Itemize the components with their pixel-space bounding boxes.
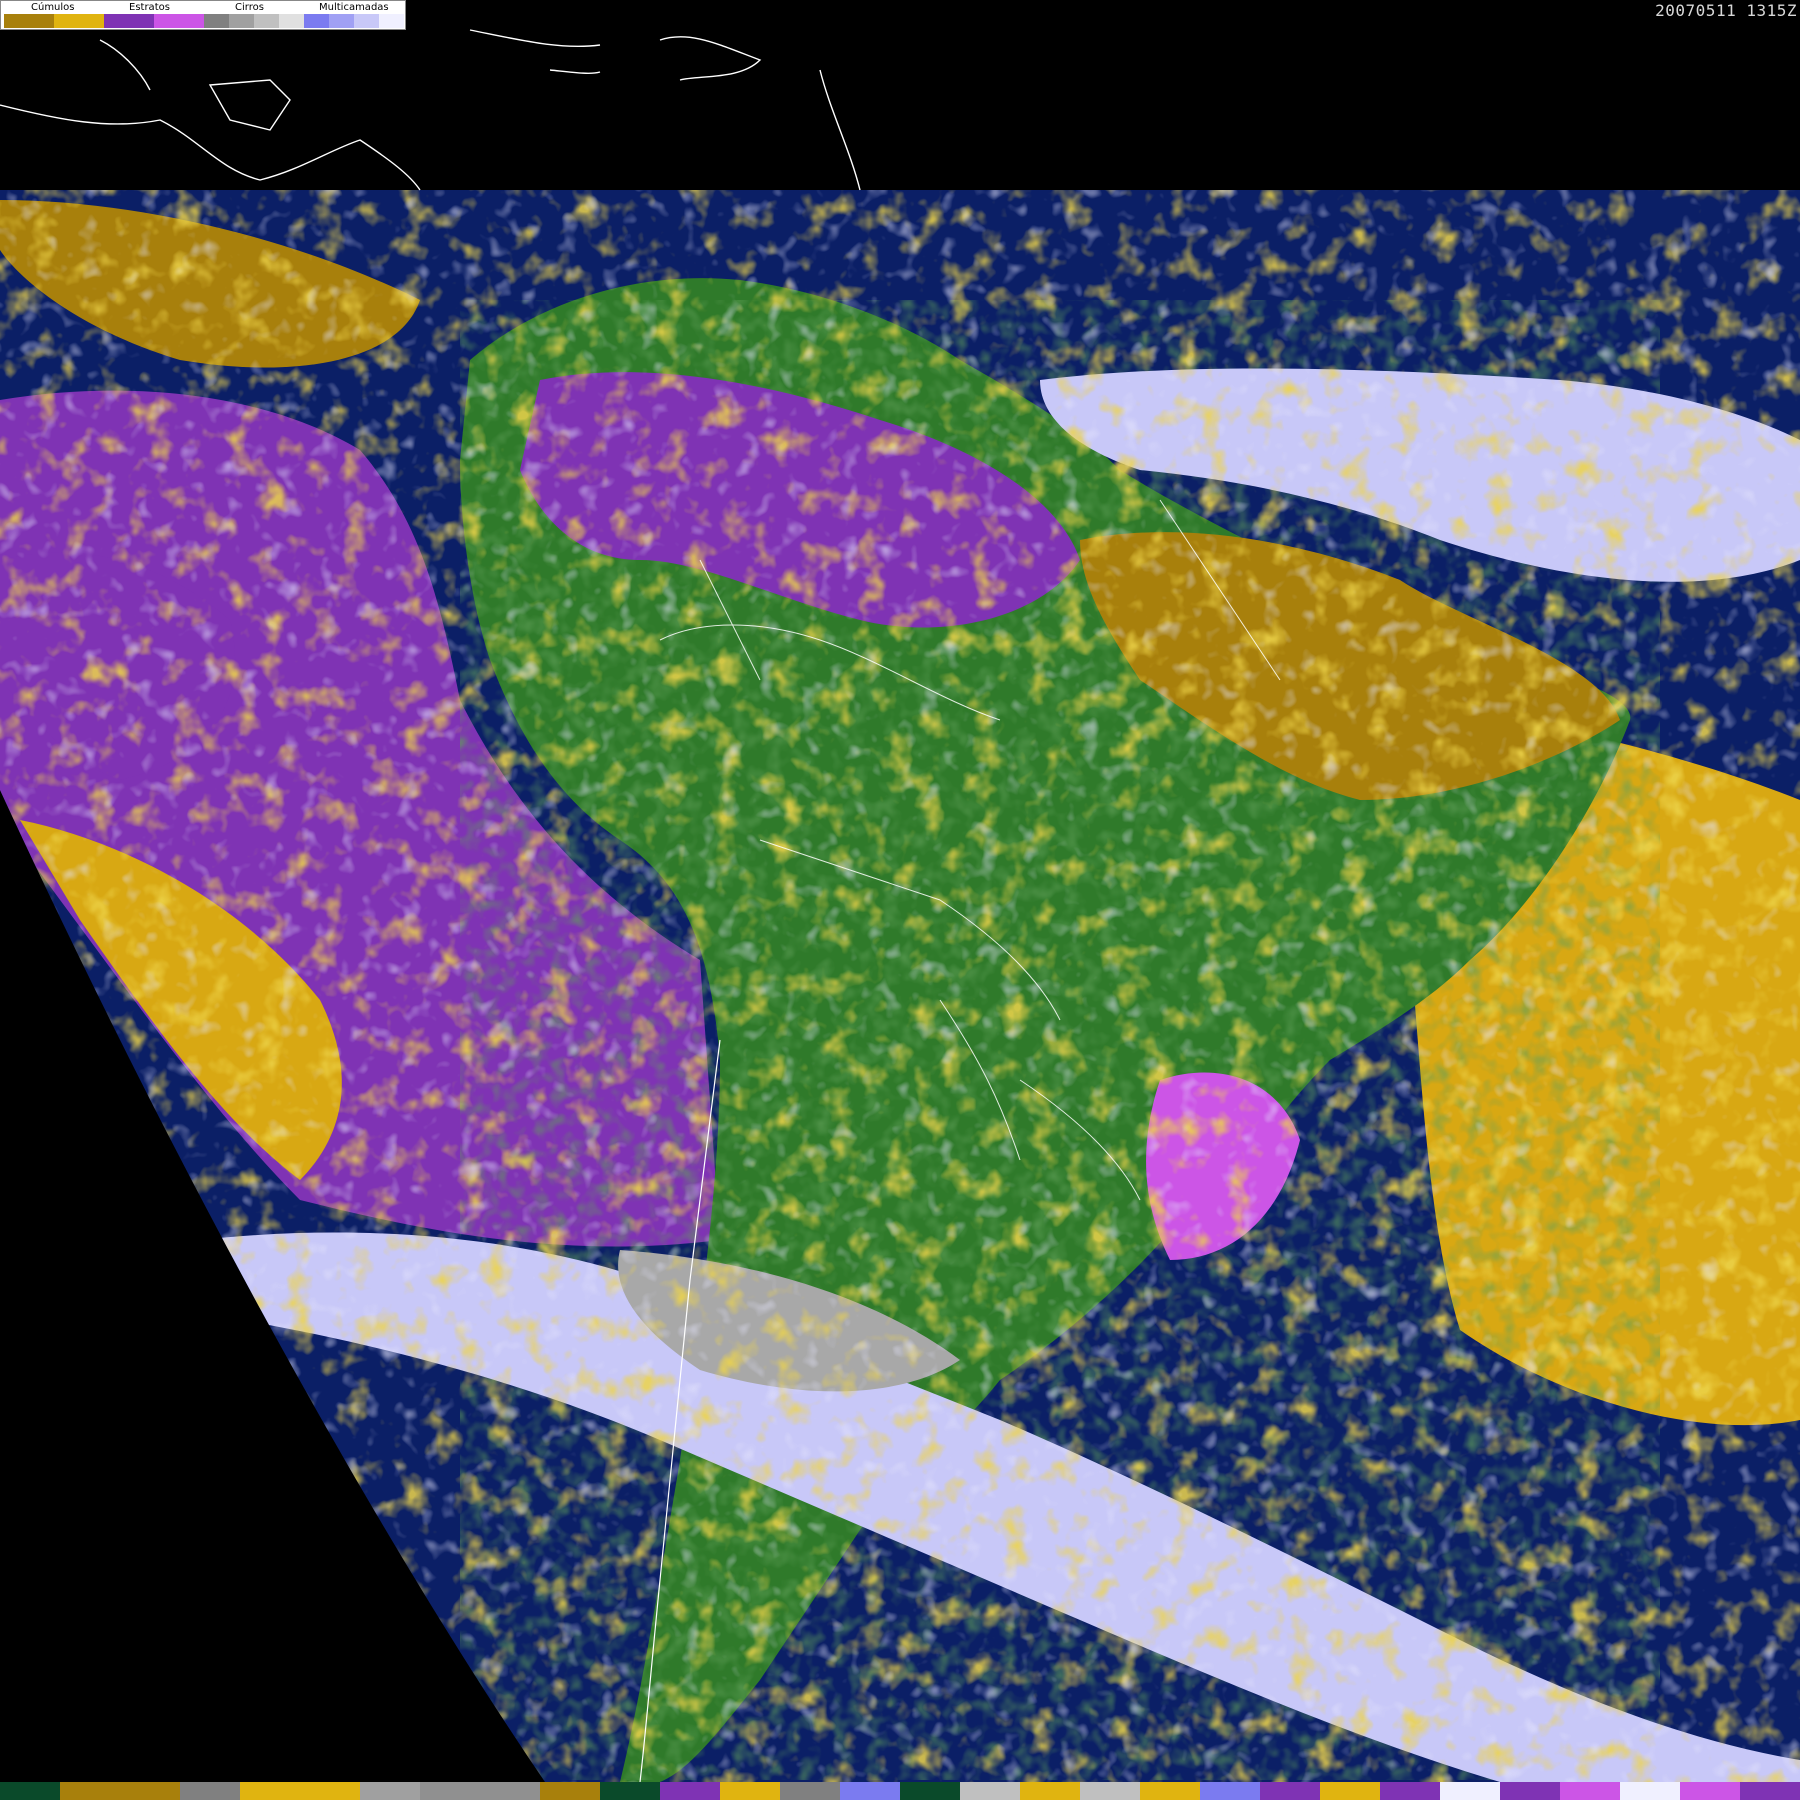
strip-swatch: [180, 1782, 240, 1800]
strip-swatch: [420, 1782, 480, 1800]
legend-swatch: [379, 14, 404, 28]
legend-swatch: [254, 14, 279, 28]
legend-swatch: [204, 14, 229, 28]
strip-swatch: [360, 1782, 420, 1800]
legend-label-1: Estratos: [129, 2, 170, 13]
strip-swatch: [1380, 1782, 1440, 1800]
strip-swatch: [1620, 1782, 1680, 1800]
legend-swatch: [329, 14, 354, 28]
legend-swatch: [229, 14, 254, 28]
strip-swatch: [1500, 1782, 1560, 1800]
strip-swatch: [600, 1782, 660, 1800]
satellite-cloud-map: [0, 0, 1800, 1800]
strip-swatch: [540, 1782, 600, 1800]
strip-swatch: [1200, 1782, 1260, 1800]
strip-swatch: [120, 1782, 180, 1800]
strip-swatch: [1260, 1782, 1320, 1800]
strip-swatch: [1020, 1782, 1080, 1800]
strip-swatch: [240, 1782, 300, 1800]
legend-swatch: [104, 14, 154, 28]
strip-swatch: [1440, 1782, 1500, 1800]
strip-swatch: [1680, 1782, 1740, 1800]
legend-label-3: Multicamadas: [319, 2, 389, 13]
strip-swatch: [900, 1782, 960, 1800]
strip-swatch: [60, 1782, 120, 1800]
strip-swatch: [300, 1782, 360, 1800]
legend-label-0: Cúmulos: [31, 2, 75, 13]
strip-swatch: [1140, 1782, 1200, 1800]
strip-swatch: [660, 1782, 720, 1800]
legend-swatch: [54, 14, 104, 28]
bottom-color-strip: [0, 1782, 1800, 1800]
legend-swatch: [354, 14, 379, 28]
strip-swatch: [840, 1782, 900, 1800]
legend-label-2: Cirros: [235, 2, 264, 13]
strip-swatch: [1740, 1782, 1800, 1800]
strip-swatch: [1320, 1782, 1380, 1800]
strip-swatch: [720, 1782, 780, 1800]
image-timestamp: 20070511 1315Z: [1655, 1, 1797, 20]
strip-swatch: [480, 1782, 540, 1800]
strip-swatch: [1560, 1782, 1620, 1800]
strip-swatch: [780, 1782, 840, 1800]
strip-swatch: [0, 1782, 60, 1800]
cloud-type-legend: Cúmulos Estratos Cirros Multicamadas: [0, 0, 406, 30]
strip-swatch: [1080, 1782, 1140, 1800]
legend-swatch: [4, 14, 54, 28]
strip-swatch: [960, 1782, 1020, 1800]
legend-swatch: [154, 14, 204, 28]
legend-swatch: [304, 14, 329, 28]
legend-swatch: [279, 14, 304, 28]
